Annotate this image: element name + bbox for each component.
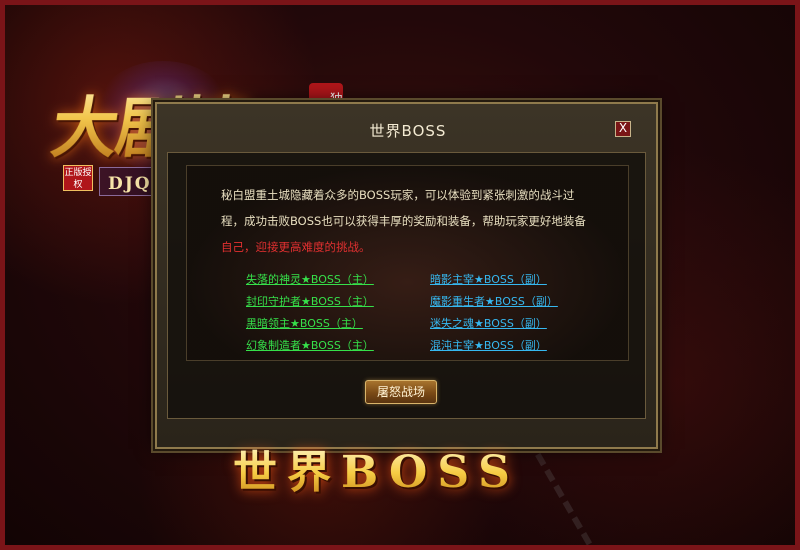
dialog-header: 世界BOSS X (157, 104, 656, 152)
boss-list-main: 失落的神灵★BOSS（主） 封印守护者★BOSS（主） 黑暗领主★BOSS（主）… (246, 269, 374, 357)
description-line: 程，成功击败BOSS也可以获得丰厚的奖励和装备，帮助玩家更好地装备 (221, 214, 586, 228)
boss-link-main[interactable]: 封印守护者★BOSS（主） (246, 291, 374, 313)
content-panel: 秘白盟重土城隐藏着众多的BOSS玩家，可以体验到紧张刺激的战斗过 程，成功击败B… (186, 165, 629, 361)
dialog-body: 秘白盟重土城隐藏着众多的BOSS玩家，可以体验到紧张刺激的战斗过 程，成功击败B… (167, 152, 646, 419)
description-line: 秘白盟重土城隐藏着众多的BOSS玩家，可以体验到紧张刺激的战斗过 (221, 188, 575, 202)
battlefield-button[interactable]: 屠怒战场 (365, 380, 437, 404)
boss-link-sub[interactable]: 暗影主宰★BOSS（副） (430, 269, 558, 291)
dialog-title: 世界BOSS (369, 122, 447, 140)
description: 秘白盟重土城隐藏着众多的BOSS玩家，可以体验到紧张刺激的战斗过 程，成功击败B… (221, 182, 629, 260)
world-boss-dialog: 世界BOSS X 秘白盟重土城隐藏着众多的BOSS玩家，可以体验到紧张刺激的战斗… (153, 100, 660, 451)
boss-link-main[interactable]: 黑暗领主★BOSS（主） (246, 313, 374, 335)
banner-title: 世界BOSS (233, 443, 583, 503)
boss-link-main[interactable]: 失落的神灵★BOSS（主） (246, 269, 374, 291)
boss-link-sub[interactable]: 魔影重生者★BOSS（副） (430, 291, 558, 313)
boss-link-sub[interactable]: 混沌主宰★BOSS（副） (430, 335, 558, 357)
description-line-highlight: 自己，迎接更高难度的挑战。 (221, 240, 371, 254)
boss-list-sub: 暗影主宰★BOSS（副） 魔影重生者★BOSS（副） 迷失之魂★BOSS（副） … (430, 269, 558, 357)
game-frame: 大剧情 独家版 正版授权 DJQ 怀旧专属 世界BOSS X 秘白盟重土城隐藏着… (0, 0, 800, 550)
logo-badge: 正版授权 (63, 165, 93, 191)
boss-link-main[interactable]: 幻象制造者★BOSS（主） (246, 335, 374, 357)
boss-link-sub[interactable]: 迷失之魂★BOSS（副） (430, 313, 558, 335)
close-button[interactable]: X (615, 121, 631, 137)
